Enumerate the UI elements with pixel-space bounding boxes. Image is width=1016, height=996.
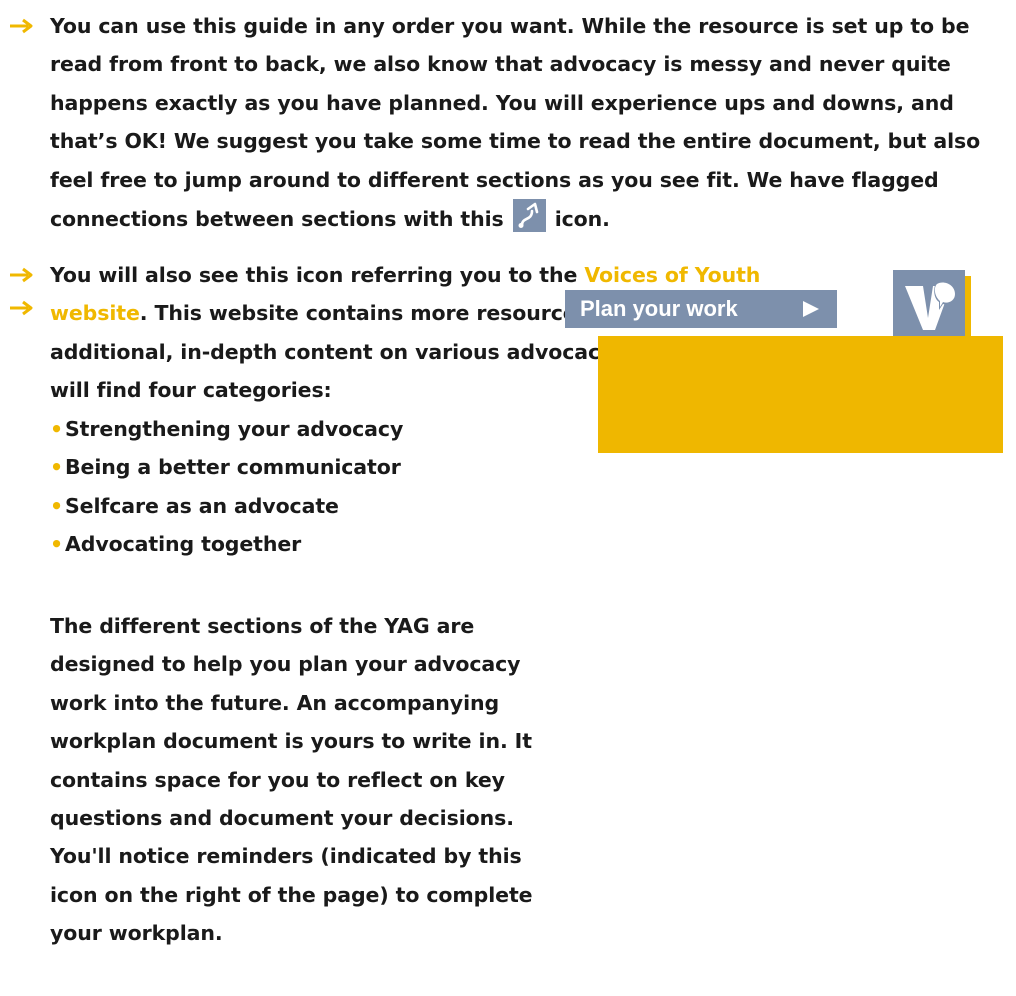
intro-text-end: icon.: [554, 207, 610, 232]
workplan-paragraph: The different sections of the YAG are de…: [50, 607, 540, 953]
workplan-reminder-box: [598, 336, 1003, 453]
list-item-label: Advocating together: [65, 532, 302, 557]
list-item-label: Strengthening your advocacy: [65, 416, 404, 441]
list-item-label: Selfcare as an advocate: [65, 493, 339, 518]
voices-text-start: You will also see this icon referring yo…: [50, 263, 578, 287]
workplan-text: The different sections of the YAG are de…: [50, 614, 533, 946]
bullet-arrow-icon: [10, 267, 33, 283]
bullet-arrow-icon: [10, 18, 33, 34]
list-item[interactable]: •Selfcare as an advocate: [50, 487, 855, 526]
plan-your-work-tab[interactable]: Plan your work: [565, 290, 837, 328]
list-item-label: Being a better communicator: [65, 455, 401, 480]
plan-your-work-label: Plan your work: [580, 296, 738, 321]
intro-paragraph: You can use this guide in any order you …: [50, 7, 1010, 238]
connection-arrow-icon: [512, 199, 546, 233]
play-triangle-icon: [803, 301, 819, 317]
list-item[interactable]: •Being a better communicator: [50, 448, 855, 487]
bullet-arrow-icon: [10, 300, 33, 316]
list-item[interactable]: •Advocating together: [50, 525, 855, 564]
